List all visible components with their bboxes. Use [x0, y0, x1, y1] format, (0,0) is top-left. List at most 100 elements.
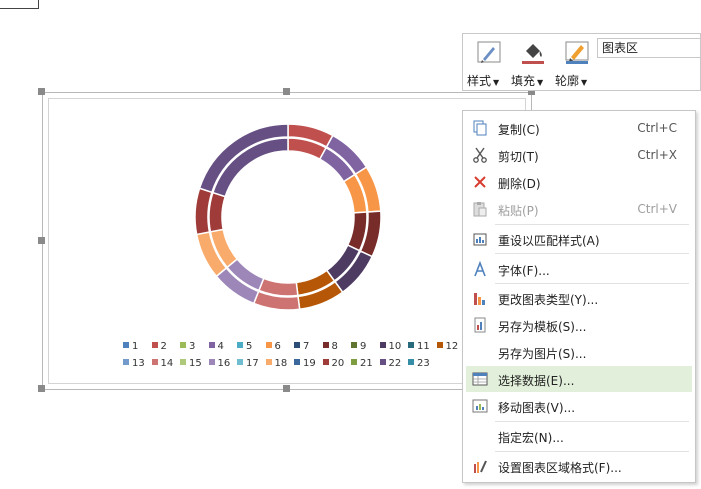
legend-swatch: [237, 342, 243, 348]
chevron-down-icon: ▼: [493, 78, 500, 87]
menu-item-select-data[interactable]: 选择数据(E)...: [466, 366, 692, 392]
legend-item-12[interactable]: 12: [436, 341, 458, 353]
donut-chart[interactable]: [43, 93, 533, 391]
legend-swatch: [294, 342, 300, 348]
menu-separator: [495, 224, 689, 225]
legend-item-8[interactable]: 8: [322, 341, 338, 353]
menu-separator: [495, 283, 689, 284]
legend-item-19[interactable]: 19: [294, 358, 316, 370]
menu-item-label: 另存为图片(S)...: [498, 347, 587, 361]
legend-label: 23: [417, 358, 430, 369]
legend-label: 6: [274, 341, 281, 352]
menu-item-label: 移动图表(V)...: [498, 401, 576, 415]
legend-item-14[interactable]: 14: [151, 358, 173, 370]
legend-item-22[interactable]: 22: [379, 358, 402, 370]
menu-item-label: 字体(F)...: [498, 264, 550, 278]
menu-item-font[interactable]: 字体(F)...: [466, 256, 692, 282]
menu-item-label: 设置图表区域格式(F)...: [498, 461, 622, 475]
legend-swatch: [322, 342, 329, 348]
legend-item-23[interactable]: 23: [408, 358, 430, 370]
outline-label: 轮廓: [555, 74, 580, 88]
bar-chart-icon: [474, 293, 485, 305]
legend-item-6[interactable]: 6: [265, 341, 281, 353]
outline-button[interactable]: 轮廓 ▼: [555, 38, 595, 88]
resize-handle-top-left[interactable]: [38, 88, 45, 95]
legend-label: 5: [246, 341, 253, 352]
menu-item-delete[interactable]: 删除(D): [466, 169, 692, 195]
font-icon: [474, 261, 486, 277]
legend-item-1[interactable]: 1: [123, 341, 138, 353]
menu-item-save-as-template[interactable]: 另存为模板(S)...: [466, 312, 692, 338]
paint-bucket-icon: [522, 44, 544, 64]
legend-item-10[interactable]: 10: [379, 341, 402, 353]
chart-element-select[interactable]: 图表区: [597, 38, 701, 58]
chart-area[interactable]: 1 2 3 4 5 6 7 8 9 10 11 12 13 14 15 16 17 18 19 20 21 22 23: [42, 92, 532, 390]
menu-item-paste: 粘贴(P) Ctrl+V: [466, 196, 692, 222]
resize-handle-bottom-left[interactable]: [38, 385, 45, 392]
legend-swatch: [180, 359, 186, 365]
select-data-icon: [472, 372, 488, 386]
legend-item-5[interactable]: 5: [237, 341, 252, 353]
legend-label: 11: [417, 341, 430, 352]
legend-item-13[interactable]: 13: [123, 358, 145, 370]
legend-item-18[interactable]: 18: [265, 358, 287, 370]
legend-label: 15: [189, 358, 202, 369]
legend-label: 19: [303, 358, 316, 369]
menu-item-save-as-picture[interactable]: 另存为图片(S)...: [466, 339, 692, 365]
style-button[interactable]: 样式 ▼: [467, 38, 507, 88]
legend-swatch: [436, 342, 443, 348]
legend-swatch: [294, 359, 300, 365]
legend-item-20[interactable]: 20: [322, 358, 345, 370]
menu-item-label: 选择数据(E)...: [498, 374, 575, 388]
resize-handle-left[interactable]: [38, 237, 45, 244]
legend-item-3[interactable]: 3: [180, 341, 195, 353]
donut-segment-20-inner[interactable]: [208, 191, 227, 233]
reset-style-icon: [473, 233, 487, 246]
legend-swatch: [379, 359, 386, 365]
menu-item-cut[interactable]: 剪切(T) Ctrl+X: [466, 142, 692, 168]
menu-separator: [495, 451, 689, 452]
fill-button[interactable]: 填充 ▼: [511, 38, 551, 88]
legend-swatch: [351, 359, 357, 365]
legend-item-9[interactable]: 9: [351, 341, 366, 353]
legend-swatch: [379, 342, 386, 348]
menu-item-label: 重设以匹配样式(A): [498, 234, 600, 248]
legend-item-21[interactable]: 21: [351, 358, 373, 370]
legend-item-4[interactable]: 4: [208, 341, 224, 353]
legend-item-7[interactable]: 7: [294, 341, 309, 353]
mini-toolbar: 样式 ▼ 填充 ▼ 轮廓 ▼ 图表区: [462, 33, 701, 91]
menu-item-reset-style[interactable]: 重设以匹配样式(A): [466, 226, 692, 252]
menu-item-label: 指定宏(N)...: [498, 431, 564, 445]
legend-label: 16: [217, 358, 231, 369]
menu-item-label: 更改图表类型(Y)...: [498, 293, 599, 307]
resize-handle-top[interactable]: [283, 88, 290, 95]
legend-item-11[interactable]: 11: [408, 341, 430, 353]
menu-item-shortcut: Ctrl+C: [637, 121, 677, 135]
legend-item-17[interactable]: 17: [237, 358, 259, 370]
menu-item-copy[interactable]: 复制(C) Ctrl+C: [466, 115, 692, 141]
legend-item-16[interactable]: 16: [208, 358, 231, 370]
paste-icon: [473, 202, 487, 217]
legend-swatch: [151, 359, 158, 365]
resize-handle-bottom[interactable]: [283, 385, 290, 392]
legend-swatch: [208, 342, 215, 348]
move-chart-icon: [472, 399, 488, 413]
menu-item-move-chart[interactable]: 移动图表(V)...: [466, 393, 692, 419]
chevron-down-icon: ▼: [581, 78, 588, 87]
style-label: 样式: [467, 74, 492, 88]
legend-label: 3: [189, 341, 196, 352]
legend-item-2[interactable]: 2: [151, 341, 167, 353]
legend-label: 20: [331, 358, 345, 369]
legend-label: 10: [388, 341, 402, 352]
menu-item-format-chart-area[interactable]: 设置图表区域格式(F)...: [466, 453, 692, 479]
legend-swatch: [151, 342, 158, 348]
legend-swatch: [408, 342, 414, 348]
legend-label: 8: [331, 341, 338, 352]
menu-item-assign-macro[interactable]: 指定宏(N)...: [466, 423, 692, 449]
menu-item-label: 另存为模板(S)...: [498, 320, 587, 334]
legend-swatch: [237, 359, 243, 365]
menu-item-change-chart-type[interactable]: 更改图表类型(Y)...: [466, 285, 692, 311]
legend-item-15[interactable]: 15: [180, 358, 202, 370]
legend-label: 22: [388, 358, 402, 369]
legend-label: 2: [160, 341, 167, 352]
